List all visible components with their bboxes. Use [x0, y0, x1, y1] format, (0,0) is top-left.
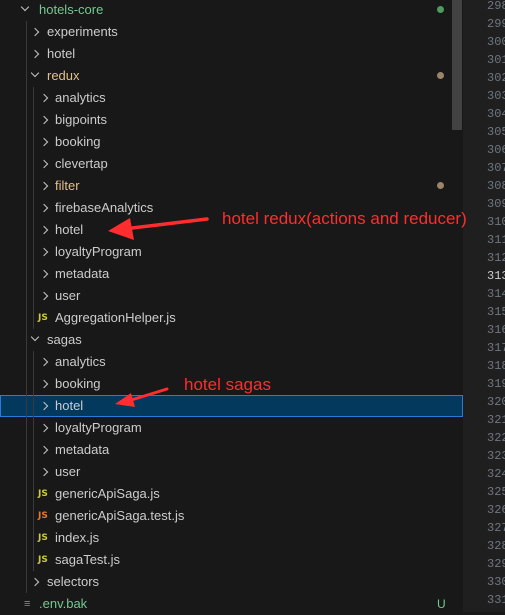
- sagas-arrow: [115, 387, 169, 407]
- redux-arrow: [108, 217, 209, 240]
- redux-annotation: hotel redux(actions and reducer): [222, 209, 467, 228]
- sagas-annotation: hotel sagas: [184, 375, 271, 394]
- annotation-arrows: [108, 217, 209, 407]
